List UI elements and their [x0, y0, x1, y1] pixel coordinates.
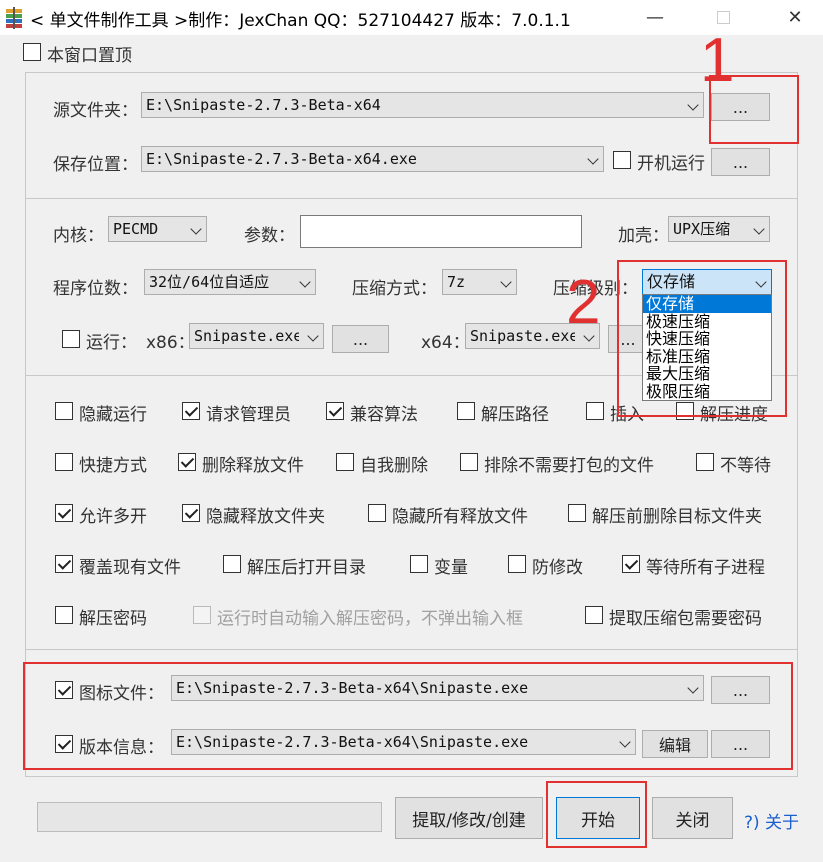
extract-password-checkbox[interactable]	[55, 606, 73, 624]
extract-needs-password-label: 提取压缩包需要密码	[609, 609, 762, 629]
compress-method-label: 压缩方式：	[352, 279, 437, 299]
compress-method-combo[interactable]: 7z	[442, 269, 517, 295]
extract-path-checkbox[interactable]	[457, 402, 475, 420]
no-wait-label: 不等待	[720, 456, 771, 476]
compat-algo-checkbox[interactable]	[326, 402, 344, 420]
variables-checkbox[interactable]	[410, 555, 428, 573]
open-dir-after-checkbox[interactable]	[223, 555, 241, 573]
hide-run-checkbox[interactable]	[55, 402, 73, 420]
request-admin-checkbox[interactable]	[182, 402, 200, 420]
bits-combo[interactable]: 32位/64位自适应	[144, 269, 316, 295]
auto-password-label: 运行时自动输入解压密码，不弹出输入框	[217, 609, 523, 629]
annotation-number-1: 1	[700, 26, 735, 95]
wait-children-label: 等待所有子进程	[646, 558, 765, 578]
source-folder-value: E:\Snipaste-2.7.3-Beta-x64	[146, 96, 381, 114]
overwrite-checkbox[interactable]	[55, 555, 73, 573]
delete-target-before-label: 解压前删除目标文件夹	[592, 507, 762, 527]
save-location-value: E:\Snipaste-2.7.3-Beta-x64.exe	[146, 150, 417, 168]
params-input[interactable]	[300, 215, 582, 248]
topmost-label: 本窗口置顶	[47, 46, 132, 66]
save-location-combo[interactable]: E:\Snipaste-2.7.3-Beta-x64.exe	[141, 146, 604, 172]
kernel-label: 内核：	[53, 226, 104, 246]
x64-value: Snipaste.exe	[470, 327, 575, 345]
maximize-icon	[716, 11, 730, 24]
bits-value: 32位/64位自适应	[149, 273, 270, 291]
x64-label: x64：	[421, 333, 470, 353]
save-browse-button[interactable]: ...	[711, 148, 770, 176]
progress-bar	[37, 802, 382, 832]
auto-password-checkbox	[193, 606, 211, 624]
exclude-files-checkbox[interactable]	[460, 453, 478, 471]
extract-needs-password-checkbox[interactable]	[585, 606, 603, 624]
annotation-box-2	[617, 260, 787, 417]
allow-multi-label: 允许多开	[79, 507, 147, 527]
x86-browse-button[interactable]: ...	[332, 325, 389, 353]
chevron-down-icon	[500, 276, 512, 288]
delete-released-checkbox[interactable]	[178, 453, 196, 471]
open-dir-after-label: 解压后打开目录	[247, 558, 366, 578]
anti-modify-label: 防修改	[532, 558, 583, 578]
startup-label: 开机运行	[637, 154, 705, 174]
save-location-label: 保存位置：	[53, 155, 138, 175]
wait-children-checkbox[interactable]	[622, 555, 640, 573]
annotation-box-4	[546, 781, 647, 848]
chevron-down-icon	[753, 223, 765, 235]
shell-combo[interactable]: UPX压缩	[668, 216, 770, 242]
x86-label: x86：	[146, 333, 195, 353]
request-admin-label: 请求管理员	[206, 405, 291, 425]
run-checkbox[interactable]	[62, 330, 80, 348]
close-button[interactable]: 关闭	[652, 797, 733, 839]
variables-label: 变量	[434, 558, 468, 578]
source-folder-combo[interactable]: E:\Snipaste-2.7.3-Beta-x64	[141, 92, 704, 118]
self-delete-checkbox[interactable]	[336, 453, 354, 471]
hide-release-folder-label: 隐藏释放文件夹	[206, 507, 325, 527]
self-delete-label: 自我删除	[360, 456, 428, 476]
chevron-down-icon	[587, 153, 599, 165]
hide-run-label: 隐藏运行	[79, 405, 147, 425]
app-icon	[4, 7, 24, 29]
minimize-icon: —	[646, 7, 664, 28]
shortcut-label: 快捷方式	[79, 456, 147, 476]
shell-value: UPX压缩	[673, 220, 731, 238]
kernel-combo[interactable]: PECMD	[108, 216, 207, 242]
delete-released-label: 删除释放文件	[202, 456, 304, 476]
x86-combo[interactable]: Snipaste.exe	[189, 323, 324, 349]
extract-password-label: 解压密码	[79, 609, 147, 629]
minimize-button[interactable]: —	[632, 0, 678, 35]
close-window-button[interactable]: ✕	[772, 0, 818, 35]
x86-value: Snipaste.exe	[194, 327, 299, 345]
window-title: < 单文件制作工具 >制作：JexChan QQ：527104427 版本：7.…	[30, 11, 571, 31]
chevron-down-icon	[190, 223, 202, 235]
annotation-box-3	[23, 662, 793, 770]
bits-label: 程序位数：	[53, 279, 138, 299]
annotation-number-2: 2	[566, 268, 601, 337]
compress-method-value: 7z	[447, 273, 466, 291]
chevron-down-icon	[687, 99, 699, 111]
run-label: 运行：	[86, 333, 137, 353]
chevron-down-icon	[299, 276, 311, 288]
no-wait-checkbox[interactable]	[696, 453, 714, 471]
source-folder-label: 源文件夹：	[53, 101, 138, 121]
topmost-checkbox[interactable]	[23, 43, 41, 61]
delete-target-before-checkbox[interactable]	[568, 504, 586, 522]
params-label: 参数：	[244, 226, 295, 246]
shell-label: 加壳：	[618, 226, 669, 246]
about-link[interactable]: ?) 关于	[744, 808, 799, 833]
allow-multi-checkbox[interactable]	[55, 504, 73, 522]
exclude-files-label: 排除不需要打包的文件	[484, 456, 654, 476]
overwrite-label: 覆盖现有文件	[79, 558, 181, 578]
startup-checkbox[interactable]	[613, 151, 631, 169]
shortcut-checkbox[interactable]	[55, 453, 73, 471]
hide-all-released-checkbox[interactable]	[368, 504, 386, 522]
anti-modify-checkbox[interactable]	[508, 555, 526, 573]
compat-algo-label: 兼容算法	[350, 405, 418, 425]
kernel-value: PECMD	[113, 220, 159, 238]
extract-path-label: 解压路径	[481, 405, 549, 425]
extract-modify-create-button[interactable]: 提取/修改/创建	[395, 797, 543, 839]
hide-release-folder-checkbox[interactable]	[182, 504, 200, 522]
close-icon: ✕	[787, 7, 803, 28]
insert-checkbox[interactable]	[586, 402, 604, 420]
chevron-down-icon	[307, 330, 319, 342]
hide-all-released-label: 隐藏所有释放文件	[392, 507, 528, 527]
